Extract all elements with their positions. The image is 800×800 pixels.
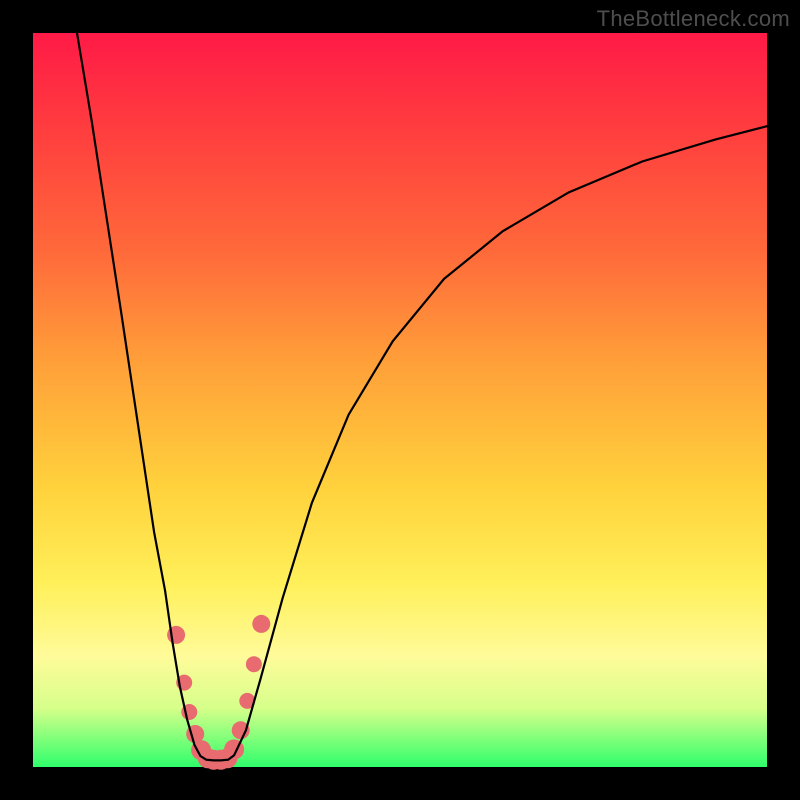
chart-overlay (33, 33, 767, 767)
markers-group (167, 615, 270, 770)
outer-frame: TheBottleneck.com (0, 0, 800, 800)
valley-marker (252, 615, 270, 633)
bottleneck-curve (77, 33, 767, 760)
watermark-text: TheBottleneck.com (597, 6, 790, 32)
valley-marker (246, 656, 262, 672)
